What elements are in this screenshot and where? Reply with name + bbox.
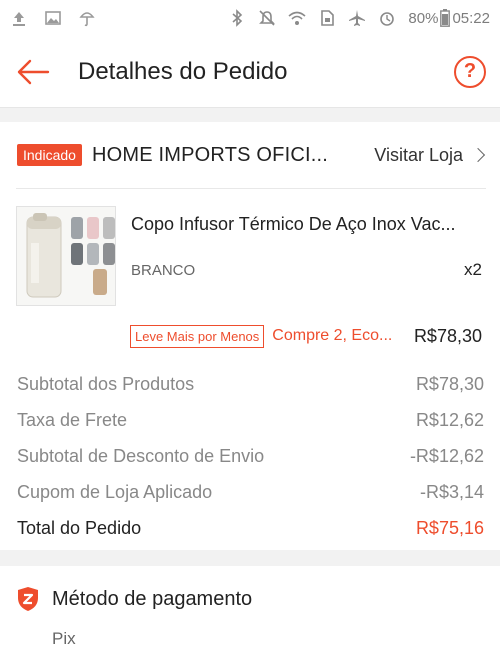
summary-row-shipping: Taxa de Frete R$12,62	[17, 402, 484, 438]
summary-row-subtotal: Subtotal dos Produtos R$78,30	[17, 366, 484, 402]
payment-title: Método de pagamento	[52, 587, 253, 610]
promo-badge: Leve Mais por Menos	[130, 324, 265, 348]
payment-method: Pix	[52, 629, 76, 648]
summary-label: Taxa de Frete	[17, 409, 128, 430]
summary-value: R$75,16	[415, 517, 484, 538]
weather-icon	[79, 12, 95, 27]
order-summary: Subtotal dos Produtos R$78,30 Taxa de Fr…	[17, 366, 484, 546]
product-title: Copo Infusor Térmico De Aço Inox Vac...	[131, 214, 456, 234]
bluetooth-icon	[232, 9, 243, 27]
chevron-right-icon	[470, 147, 486, 163]
help-button[interactable]: ?	[454, 55, 486, 88]
wifi-icon	[288, 11, 306, 25]
image-icon	[45, 11, 61, 25]
clock: 05:22	[452, 9, 490, 27]
visit-store-button[interactable]: Visitar Loja	[374, 144, 486, 166]
promo-row[interactable]: Leve Mais por Menos Compre 2, Eco... R$7…	[130, 322, 482, 350]
airplane-icon	[349, 10, 366, 26]
order-card: Indicado HOME IMPORTS OFICI... Visitar L…	[0, 122, 500, 550]
summary-label: Cupom de Loja Aplicado	[17, 481, 213, 502]
payment-card: Método de pagamento Pix	[0, 566, 500, 670]
summary-value: -R$3,14	[419, 481, 484, 502]
upload-icon	[13, 12, 25, 26]
sim-icon	[321, 10, 335, 26]
product-variant: BRANCO	[131, 262, 196, 279]
visit-store-label: Visitar Loja	[374, 144, 463, 165]
product-image	[16, 206, 116, 306]
shield-icon	[18, 587, 38, 611]
divider	[16, 188, 486, 189]
status-bar: 80% 05:22	[0, 0, 500, 36]
product-quantity: x2	[464, 260, 482, 279]
page-title: Detalhes do Pedido	[78, 57, 288, 85]
summary-value: R$12,62	[415, 409, 484, 430]
battery-percentage: 80%	[408, 9, 439, 27]
summary-value: R$78,30	[415, 373, 484, 394]
shop-badge: Indicado	[17, 144, 82, 166]
summary-label: Total do Pedido	[17, 517, 142, 538]
app-header: Detalhes do Pedido ?	[0, 36, 500, 108]
battery-icon	[440, 9, 451, 27]
summary-label: Subtotal de Desconto de Envio	[17, 445, 265, 466]
shop-row: Indicado HOME IMPORTS OFICI... Visitar L…	[0, 122, 500, 188]
summary-value: -R$12,62	[409, 445, 484, 466]
summary-row-coupon: Cupom de Loja Aplicado -R$3,14	[17, 474, 484, 510]
payment-header: Método de pagamento	[16, 586, 252, 612]
summary-label: Subtotal dos Produtos	[17, 373, 195, 394]
alarm-icon	[380, 12, 395, 26]
summary-row-shipping-discount: Subtotal de Desconto de Envio -R$12,62	[17, 438, 484, 474]
help-icon: ?	[463, 60, 477, 82]
mute-icon	[259, 10, 276, 26]
shop-name[interactable]: HOME IMPORTS OFICI...	[92, 144, 328, 167]
tumbler-cups-image	[17, 207, 115, 305]
promo-text: Compre 2, Eco...	[272, 327, 393, 344]
back-button[interactable]	[16, 55, 50, 89]
back-arrow-icon	[17, 59, 50, 84]
summary-row-total: Total do Pedido R$75,16	[17, 510, 484, 546]
product-item[interactable]: Copo Infusor Térmico De Aço Inox Vac... …	[16, 206, 486, 306]
promo-price: R$78,30	[413, 325, 482, 346]
